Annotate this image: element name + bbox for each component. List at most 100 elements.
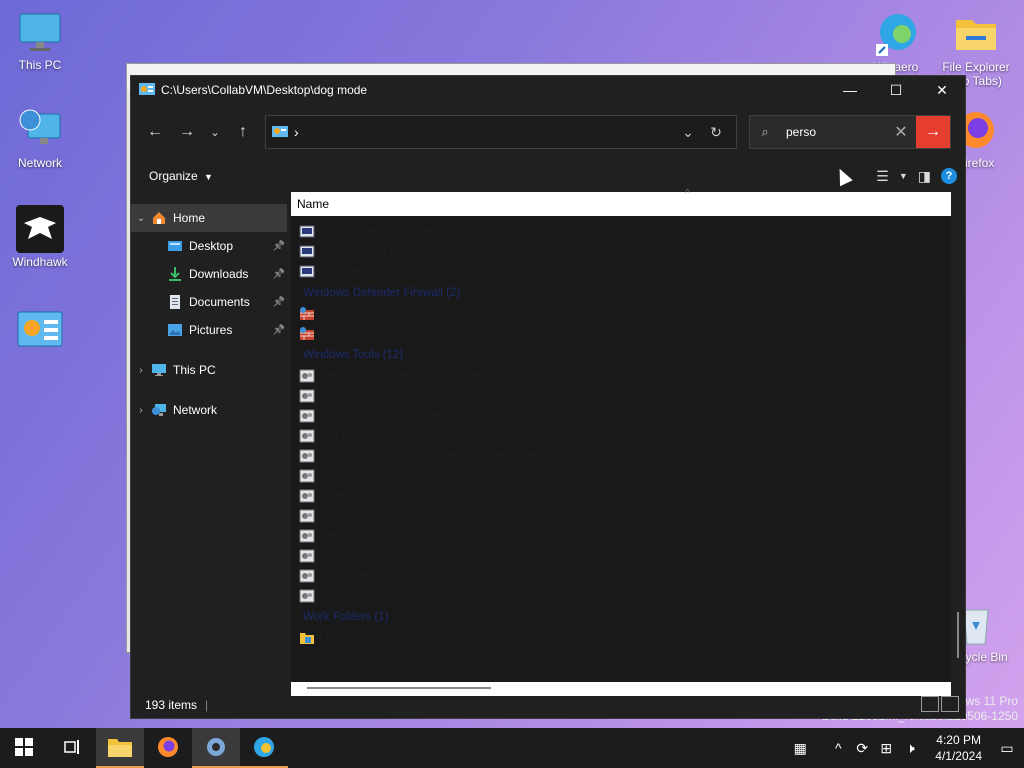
scrollbar-thumb[interactable] — [307, 687, 491, 689]
clear-search-button[interactable]: ✕ — [886, 122, 916, 142]
windows-tools-icon — [299, 549, 315, 563]
sidebar-item-desktop[interactable]: Desktop 📌 — [131, 232, 289, 260]
windows-tools-icon — [299, 389, 315, 403]
taskbar-edge[interactable] — [240, 728, 288, 768]
list-item[interactable]: Set up ODBC data sources (64-bit) — [291, 546, 951, 566]
refresh-button[interactable]: ↻ — [702, 124, 730, 141]
chevron-right-icon[interactable]: › — [131, 405, 151, 416]
list-item[interactable]: View event logs — [291, 566, 951, 586]
large-icons-view-button[interactable] — [941, 696, 959, 712]
monitor-icon — [16, 8, 64, 56]
sidebar-item-documents[interactable]: Documents 📌 — [131, 288, 289, 316]
list-item[interactable]: Troubleshooting History — [291, 262, 951, 282]
clock[interactable]: 4:20 PM 4/1/2024 — [935, 732, 982, 764]
sidebar-item-downloads[interactable]: Downloads 📌 — [131, 260, 289, 288]
sidebar-item-pictures[interactable]: Pictures 📌 — [131, 316, 289, 344]
list-item-label: Set up ODBC data sources (64-bit) — [319, 550, 498, 562]
list-item[interactable]: Schedule tasks — [291, 486, 951, 506]
list-item[interactable]: Perform recommended maintenance tasks au… — [291, 222, 951, 242]
list-item-label: Schedule tasks — [319, 490, 397, 502]
taskbar-file-explorer[interactable] — [96, 728, 144, 768]
list-item[interactable]: Record steps to reproduce a problem — [291, 242, 951, 262]
list-item-label: Manage computer certificates — [319, 470, 470, 482]
desktop-icon-windhawk[interactable]: Windhawk — [2, 205, 78, 269]
minimize-button[interactable]: — — [827, 76, 873, 104]
change-view-button[interactable]: ☰ — [876, 168, 889, 185]
task-view-button[interactable] — [48, 728, 96, 768]
volume-icon[interactable]: 🕨 — [901, 740, 919, 757]
back-button[interactable]: ← — [139, 116, 171, 148]
clock-time: 4:20 PM — [936, 733, 981, 747]
forward-button[interactable]: → — [171, 116, 203, 148]
file-explorer-icon — [107, 736, 133, 761]
help-button[interactable]: ? — [941, 168, 957, 184]
status-divider: | — [205, 698, 209, 712]
address-dropdown-button[interactable]: ⌄ — [674, 124, 702, 141]
group-header[interactable]: Work Folders (1) — [291, 606, 951, 628]
close-button[interactable]: ✕ — [919, 76, 965, 104]
preview-pane-button[interactable]: ◨ — [918, 168, 931, 185]
chevron-up-icon: ^ — [834, 740, 842, 756]
up-button[interactable]: ↑ — [227, 116, 259, 148]
list-item[interactable]: Set up iSCSI initiator — [291, 506, 951, 526]
list-item[interactable]: Set up ODBC data sources (32-bit) — [291, 526, 951, 546]
search-box[interactable]: ⌕ perso ✕ → — [749, 115, 951, 149]
notification-icon: ▭ — [1000, 739, 1014, 756]
chevron-right-icon[interactable]: › — [131, 365, 151, 376]
desktop-icon-network[interactable]: Network — [2, 106, 78, 170]
show-hidden-icons-button[interactable]: ^ — [829, 740, 847, 756]
search-input[interactable]: perso — [780, 125, 886, 139]
list-item-label: View event logs — [319, 570, 400, 582]
list-item[interactable]: Manage Work Folders — [291, 628, 951, 648]
list-item-label: Set up ODBC data sources (32-bit) — [319, 530, 498, 542]
navigation-pane: ⌄ Home Desktop 📌 Downloads 📌 Documents 📌 Picture… — [131, 192, 289, 692]
list-item[interactable]: View local services — [291, 586, 951, 606]
update-icon[interactable]: ⟳ — [853, 740, 871, 757]
recent-locations-button[interactable]: ⌄ — [203, 116, 227, 148]
search-go-button[interactable]: → — [916, 116, 950, 148]
windows-tools-icon — [299, 569, 315, 583]
notifications-button[interactable]: ▭ — [998, 740, 1016, 757]
group-header[interactable]: Windows Tools (12) — [291, 344, 951, 366]
pin-icon: 📌 — [272, 240, 285, 252]
address-bar[interactable]: › ⌄ ↻ — [265, 115, 737, 149]
taskbar-firefox[interactable] — [144, 728, 192, 768]
window-titlebar[interactable]: C:\Users\CollabVM\Desktop\dog mode — ☐ ✕ — [131, 76, 965, 104]
network-globe-icon — [16, 106, 64, 154]
breadcrumb-separator[interactable]: › — [294, 124, 674, 140]
network-icon[interactable]: ⊞ — [877, 740, 895, 757]
list-item[interactable]: Defragment and optimize your drives — [291, 386, 951, 406]
desktop-icon-this-pc[interactable]: This PC — [2, 8, 78, 72]
column-header-name[interactable]: Name ^ — [291, 188, 951, 216]
chevron-down-icon[interactable]: ⌄ — [131, 213, 151, 224]
desktop-icon-control-panel[interactable] — [2, 308, 78, 358]
sidebar-item-label: Home — [173, 211, 206, 225]
maximize-button[interactable]: ☐ — [873, 76, 919, 104]
list-item[interactable]: Free up disk space by deleting unnecessa… — [291, 446, 951, 466]
help-icon: ? — [945, 170, 953, 182]
sidebar-item-this-pc[interactable]: › This PC — [131, 356, 289, 384]
group-header[interactable]: Windows Defender Firewall (2) — [291, 282, 951, 304]
organize-menu-button[interactable]: Organize ▼ — [149, 169, 213, 183]
vertical-scrollbar-thumb[interactable] — [957, 612, 959, 658]
list-item[interactable]: Create and format hard disk partitions — [291, 366, 951, 386]
sidebar-item-network[interactable]: › Network — [131, 396, 289, 424]
arrow-up-icon: ↑ — [239, 123, 247, 140]
taskbar-settings[interactable] — [192, 728, 240, 768]
list-item-label: Record steps to reproduce a problem — [319, 246, 509, 258]
caption-buttons: — ☐ ✕ — [827, 76, 965, 104]
list-item[interactable]: Diagnose your computer's memory problems — [291, 406, 951, 426]
view-options-dropdown[interactable]: ▼ — [899, 171, 908, 181]
edge-shortcut-icon — [872, 10, 920, 58]
list-item[interactable]: Manage computer certificates — [291, 466, 951, 486]
list-item[interactable]: Allow an app through Windows Firewall — [291, 304, 951, 324]
details-view-button[interactable] — [921, 696, 939, 712]
list-item-label: Create and format hard disk partitions — [319, 370, 512, 382]
list-item[interactable]: Edit group policy — [291, 426, 951, 446]
news-widget-icon[interactable]: ▦ — [791, 740, 809, 757]
start-button[interactable] — [0, 728, 48, 768]
task-view-icon — [63, 738, 81, 759]
list-item[interactable]: Check firewall status — [291, 324, 951, 344]
caret-down-icon: ▼ — [898, 171, 908, 181]
sidebar-item-home[interactable]: ⌄ Home — [131, 204, 287, 232]
